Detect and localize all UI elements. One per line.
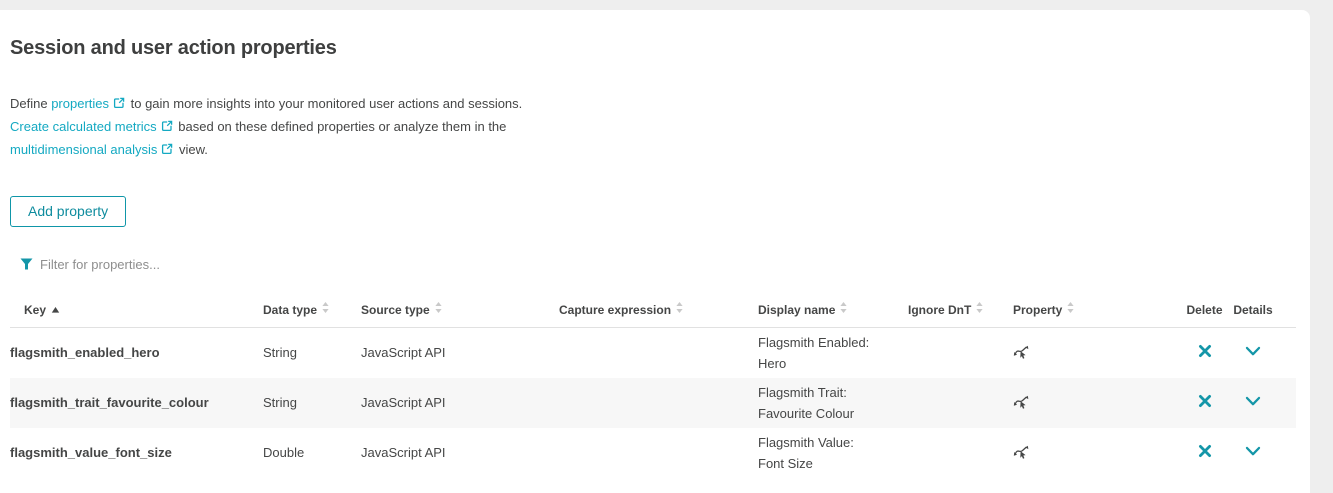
chevron-down-icon[interactable]	[1245, 346, 1261, 357]
property-display-name: Flagsmith Trait:Favourite Colour	[758, 378, 908, 428]
description-line-2: Create calculated metrics based on these…	[10, 116, 1296, 139]
sort-unsorted-icon	[1067, 302, 1074, 317]
property-key: flagsmith_enabled_hero	[10, 328, 263, 378]
property-ignore-dnt	[908, 378, 1013, 428]
filter-bar[interactable]	[10, 254, 1296, 274]
description-text-segment: to gain more insights into your monitore…	[127, 96, 522, 111]
delete-cell	[1180, 328, 1229, 378]
property-data-type: String	[263, 378, 361, 428]
property-key: flagsmith_value_font_size	[10, 428, 263, 478]
property-source-type: JavaScript API	[361, 378, 559, 428]
sort-unsorted-icon	[976, 302, 983, 317]
external-link-icon[interactable]	[161, 117, 173, 139]
delete-icon[interactable]	[1198, 344, 1212, 358]
delete-cell	[1180, 378, 1229, 428]
chevron-down-icon[interactable]	[1245, 446, 1261, 457]
property-capture-expression	[559, 428, 758, 478]
column-header-spacer	[1277, 298, 1296, 328]
property-type-cell	[1013, 328, 1180, 378]
chevron-down-icon[interactable]	[1245, 396, 1261, 407]
properties-table: Key Data type Source type Capture expres…	[10, 298, 1296, 478]
description-line-3: multidimensional analysis view.	[10, 139, 1296, 162]
property-type-cell	[1013, 428, 1180, 478]
property-capture-expression	[559, 328, 758, 378]
sort-unsorted-icon	[322, 302, 329, 317]
column-header-delete: Delete	[1180, 298, 1229, 328]
delete-icon[interactable]	[1198, 444, 1212, 458]
property-capture-expression	[559, 378, 758, 428]
property-ignore-dnt	[908, 428, 1013, 478]
external-link-icon[interactable]	[161, 140, 173, 162]
sort-unsorted-icon	[435, 302, 442, 317]
sort-unsorted-icon	[840, 302, 847, 317]
column-header-details: Details	[1229, 298, 1277, 328]
table-row: flagsmith_value_font_size Double JavaScr…	[10, 428, 1296, 478]
property-ignore-dnt	[908, 328, 1013, 378]
properties-link[interactable]: properties	[51, 96, 109, 111]
property-type-cell	[1013, 378, 1180, 428]
session-properties-panel: Session and user action properties Defin…	[0, 10, 1310, 493]
description-text-segment: based on these defined properties or ana…	[175, 119, 507, 134]
details-cell	[1229, 328, 1277, 378]
column-header-property[interactable]: Property	[1013, 298, 1180, 328]
details-cell	[1229, 378, 1277, 428]
user-action-property-icon	[1013, 443, 1030, 460]
multidimensional-analysis-link[interactable]: multidimensional analysis	[10, 142, 157, 157]
user-action-property-icon	[1013, 393, 1030, 410]
description-text-segment: Define	[10, 96, 51, 111]
property-display-name: Flagsmith Value:Font Size	[758, 428, 908, 478]
column-header-display-name[interactable]: Display name	[758, 298, 908, 328]
column-header-capture-expression[interactable]: Capture expression	[559, 298, 758, 328]
sort-unsorted-icon	[676, 302, 683, 317]
property-display-name: Flagsmith Enabled:Hero	[758, 328, 908, 378]
column-header-data-type[interactable]: Data type	[263, 298, 361, 328]
description-line-1: Define properties to gain more insights …	[10, 93, 1296, 116]
property-data-type: String	[263, 328, 361, 378]
delete-cell	[1180, 428, 1229, 478]
column-header-ignore-dnt[interactable]: Ignore DnT	[908, 298, 1013, 328]
description-text: Define properties to gain more insights …	[10, 93, 1296, 162]
details-cell	[1229, 428, 1277, 478]
table-row: flagsmith_trait_favourite_colour String …	[10, 378, 1296, 428]
external-link-icon[interactable]	[113, 94, 125, 116]
description-text-segment: view.	[175, 142, 208, 157]
filter-properties-input[interactable]	[40, 257, 460, 272]
property-source-type: JavaScript API	[361, 428, 559, 478]
delete-icon[interactable]	[1198, 394, 1212, 408]
property-data-type: Double	[263, 428, 361, 478]
table-row: flagsmith_enabled_hero String JavaScript…	[10, 328, 1296, 378]
page-title: Session and user action properties	[10, 36, 1296, 60]
user-action-property-icon	[1013, 343, 1030, 360]
sort-ascending-icon	[51, 303, 60, 317]
filter-funnel-icon	[20, 258, 33, 270]
add-property-button[interactable]: Add property	[10, 196, 126, 227]
create-calculated-metrics-link[interactable]: Create calculated metrics	[10, 119, 157, 134]
column-header-key[interactable]: Key	[10, 298, 263, 328]
property-key: flagsmith_trait_favourite_colour	[10, 378, 263, 428]
column-header-source-type[interactable]: Source type	[361, 298, 559, 328]
table-header-row: Key Data type Source type Capture expres…	[10, 298, 1296, 328]
property-source-type: JavaScript API	[361, 328, 559, 378]
